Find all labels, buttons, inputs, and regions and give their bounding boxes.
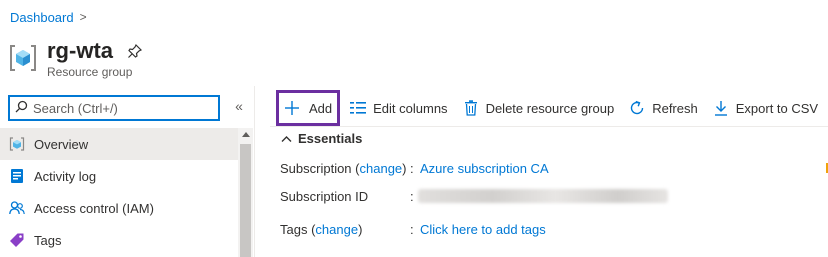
trash-icon <box>462 99 480 117</box>
tags-label: Tags (change) <box>280 221 363 237</box>
scroll-up-arrow-icon[interactable] <box>242 132 250 137</box>
subscription-id-row: Subscription ID : <box>280 187 668 205</box>
page-header: rg-wta Resource group <box>8 38 143 79</box>
collapse-menu-button[interactable]: « <box>231 98 247 116</box>
chevron-up-icon <box>281 135 292 143</box>
page-subtitle: Resource group <box>47 65 133 79</box>
breadcrumb: Dashboard > <box>10 9 87 25</box>
refresh-label: Refresh <box>652 100 698 116</box>
page-title: rg-wta <box>47 38 113 63</box>
subscription-label: Subscription (change) <box>280 160 407 176</box>
add-button-label: Add <box>309 100 333 116</box>
subscription-id-label: Subscription ID <box>280 188 369 204</box>
pane-divider <box>254 86 255 257</box>
export-csv-label: Export to CSV <box>735 100 819 116</box>
add-tags-link[interactable]: Click here to add tags <box>420 222 546 237</box>
refresh-button[interactable]: Refresh <box>622 93 706 123</box>
change-tags-link[interactable]: change <box>315 222 358 237</box>
export-csv-button[interactable]: Export to CSV <box>706 93 826 123</box>
essentials-toggle[interactable]: Essentials <box>281 131 362 146</box>
sidebar-item-activity-log[interactable]: Activity log <box>0 160 238 192</box>
download-icon <box>712 99 730 117</box>
essentials-title: Essentials <box>298 131 363 146</box>
sidebar-item-label: Tags <box>34 232 62 248</box>
breadcrumb-dashboard-link[interactable]: Dashboard <box>10 10 74 25</box>
tags-row: Tags (change) : Click here to add tags <box>280 221 546 237</box>
search-box[interactable] <box>8 95 220 121</box>
search-input[interactable] <box>33 100 213 116</box>
edit-columns-button[interactable]: Edit columns <box>343 93 455 123</box>
tag-icon <box>9 232 25 248</box>
command-bar: Add Edit columns Delete resource group R… <box>276 86 826 130</box>
resource-group-icon <box>8 42 38 74</box>
breadcrumb-separator: > <box>79 10 87 24</box>
sidebar-item-overview[interactable]: Overview <box>0 128 238 160</box>
sidebar-item-access-control[interactable]: Access control (IAM) <box>0 192 238 224</box>
add-button[interactable]: Add <box>276 90 341 126</box>
subscription-row: Subscription (change) : Azure subscripti… <box>280 160 549 176</box>
columns-icon <box>349 99 367 117</box>
refresh-icon <box>628 99 646 117</box>
delete-resource-group-label: Delete resource group <box>485 100 615 116</box>
edit-columns-label: Edit columns <box>373 100 448 116</box>
resource-group-icon <box>9 136 25 152</box>
delete-resource-group-button[interactable]: Delete resource group <box>456 93 623 123</box>
sidebar-item-tags[interactable]: Tags <box>0 224 238 256</box>
plus-icon <box>283 99 301 117</box>
change-subscription-link[interactable]: change <box>360 161 403 176</box>
search-icon <box>15 100 28 116</box>
pin-icon[interactable] <box>127 43 143 59</box>
sidebar-item-label: Activity log <box>34 168 97 184</box>
command-bar-divider <box>270 126 828 127</box>
sidebar-nav: Overview Activity log Access control (IA… <box>0 128 238 256</box>
scrollbar-thumb[interactable] <box>240 144 251 257</box>
people-icon <box>9 200 25 216</box>
sidebar-item-label: Overview <box>34 136 89 152</box>
subscription-id-redacted <box>418 189 668 203</box>
subscription-link[interactable]: Azure subscription CA <box>420 161 549 176</box>
activity-log-icon <box>9 168 25 184</box>
sidebar-item-label: Access control (IAM) <box>34 200 154 216</box>
sidebar-scrollbar[interactable] <box>238 128 253 257</box>
